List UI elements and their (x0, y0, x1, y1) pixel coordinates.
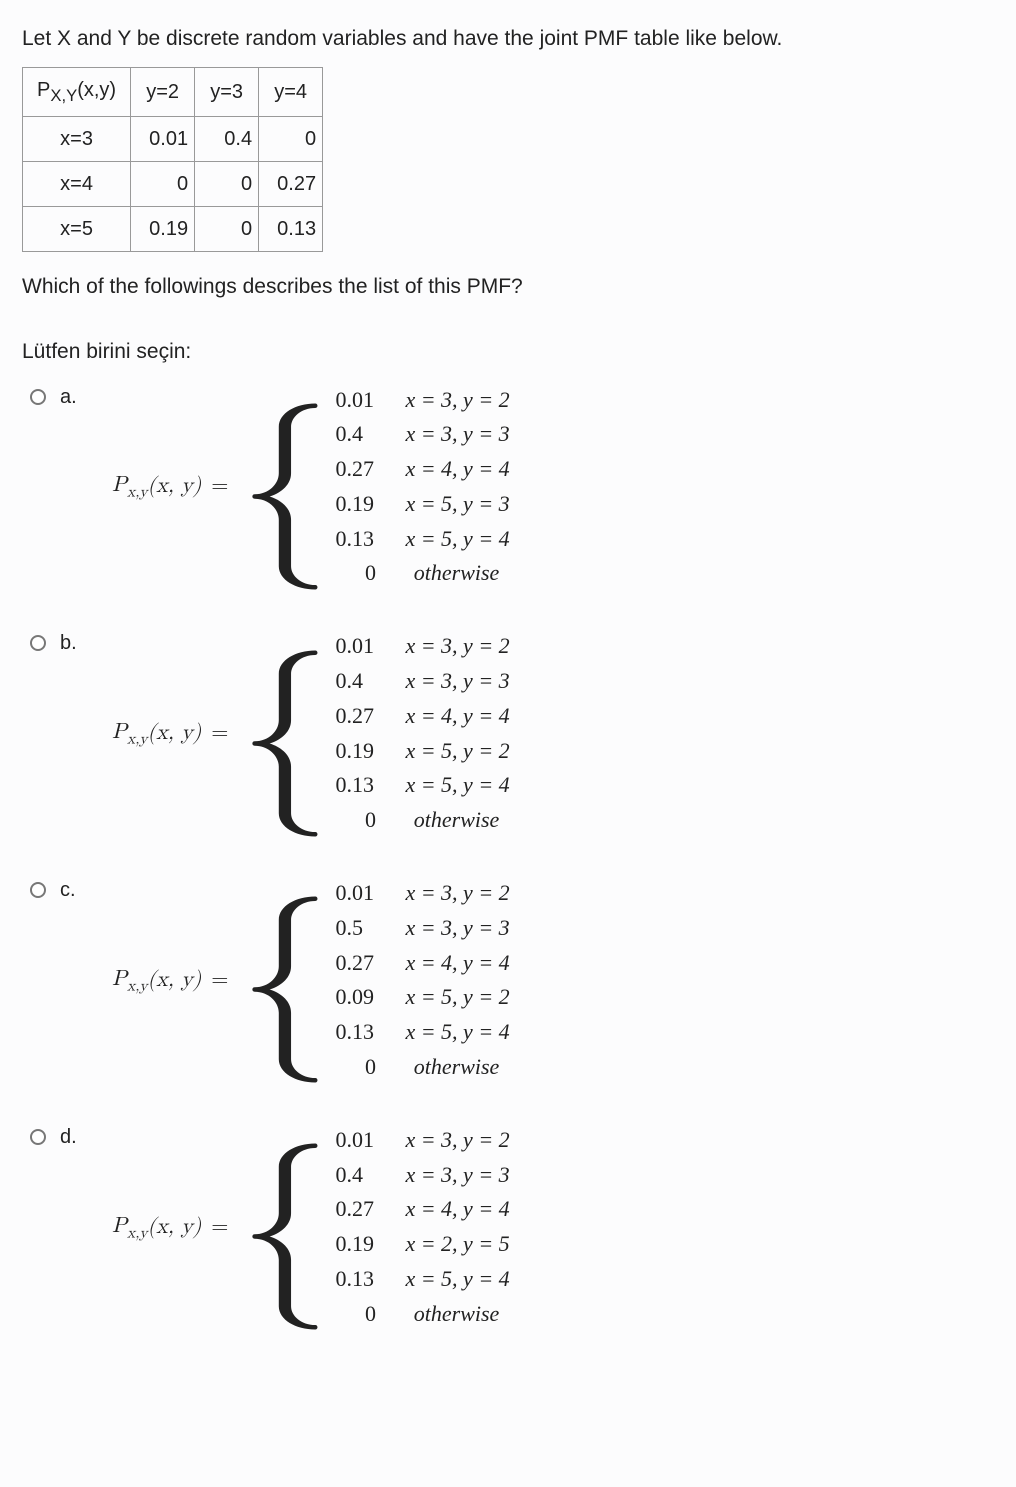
radio-icon[interactable] (30, 882, 46, 898)
pmf-cell: 0 (259, 116, 323, 161)
option-c[interactable]: c. Px,y(x, y)={0.01x = 3, y = 20.5x = 3, … (30, 874, 994, 1087)
pmf-row-header: x=4 (23, 161, 131, 206)
case-line: 0otherwise (335, 805, 509, 836)
case-line: 0otherwise (335, 1299, 509, 1330)
option-label: c. (60, 876, 76, 904)
pmf-cell: 0.4 (195, 116, 259, 161)
case-line: 0.5x = 3, y = 3 (335, 913, 509, 944)
pmf-formula: Px,y(x, y)={0.01x = 3, y = 20.4x = 3, y … (112, 1121, 510, 1334)
case-line: 0.01x = 3, y = 2 (335, 631, 509, 662)
case-line: 0.19x = 2, y = 5 (335, 1229, 509, 1260)
pmf-cell: 0.19 (131, 206, 195, 251)
case-line: 0.01x = 3, y = 2 (335, 385, 509, 416)
case-line: 0.01x = 3, y = 2 (335, 1125, 509, 1156)
case-line: 0.13x = 5, y = 4 (335, 524, 509, 555)
case-line: 0.27x = 4, y = 4 (335, 1194, 509, 1225)
sub-question: Which of the followings describes the li… (22, 272, 994, 301)
option-b[interactable]: b. Px,y(x, y)={0.01x = 3, y = 20.4x = 3, … (30, 627, 994, 840)
case-line: 0.19x = 5, y = 3 (335, 489, 509, 520)
pmf-formula: Px,y(x, y)={0.01x = 3, y = 20.4x = 3, y … (112, 381, 510, 594)
case-line: 0.4x = 3, y = 3 (335, 419, 509, 450)
pmf-col-header: y=2 (131, 68, 195, 116)
case-line: 0.13x = 5, y = 4 (335, 770, 509, 801)
option-label: d. (60, 1123, 77, 1151)
case-line: 0.4x = 3, y = 3 (335, 1160, 509, 1191)
pmf-cell: 0 (195, 161, 259, 206)
option-label: a. (60, 383, 77, 411)
case-line: 0.19x = 5, y = 2 (335, 736, 509, 767)
option-a[interactable]: a. Px,y(x, y)={0.01x = 3, y = 20.4x = 3, … (30, 381, 994, 594)
option-d[interactable]: d. Px,y(x, y)={0.01x = 3, y = 20.4x = 3, … (30, 1121, 994, 1334)
pmf-row-header: x=5 (23, 206, 131, 251)
case-line: 0.27x = 4, y = 4 (335, 454, 509, 485)
radio-icon[interactable] (30, 389, 46, 405)
case-line: 0.27x = 4, y = 4 (335, 948, 509, 979)
pmf-cell: 0 (195, 206, 259, 251)
case-line: 0.13x = 5, y = 4 (335, 1264, 509, 1295)
pmf-cell: 0.01 (131, 116, 195, 161)
pmf-cell: 0 (131, 161, 195, 206)
pmf-table-corner: PX,Y(x,y) (23, 68, 131, 116)
pmf-cell: 0.27 (259, 161, 323, 206)
question-text: Let X and Y be discrete random variables… (22, 24, 994, 53)
case-line: 0.27x = 4, y = 4 (335, 701, 509, 732)
case-line: 0.01x = 3, y = 2 (335, 878, 509, 909)
pmf-table: PX,Y(x,y) y=2 y=3 y=4 x=3 0.01 0.4 0 x=4… (22, 67, 323, 251)
radio-icon[interactable] (30, 1129, 46, 1145)
pmf-row-header: x=3 (23, 116, 131, 161)
choose-one-label: Lütfen birini seçin: (22, 337, 994, 366)
case-line: 0otherwise (335, 1052, 509, 1083)
case-line: 0.4x = 3, y = 3 (335, 666, 509, 697)
option-label: b. (60, 629, 77, 657)
pmf-col-header: y=4 (259, 68, 323, 116)
pmf-formula: Px,y(x, y)={0.01x = 3, y = 20.4x = 3, y … (112, 627, 510, 840)
pmf-formula: Px,y(x, y)={0.01x = 3, y = 20.5x = 3, y … (112, 874, 510, 1087)
radio-icon[interactable] (30, 635, 46, 651)
pmf-col-header: y=3 (195, 68, 259, 116)
case-line: 0.09x = 5, y = 2 (335, 982, 509, 1013)
case-line: 0otherwise (335, 558, 509, 589)
case-line: 0.13x = 5, y = 4 (335, 1017, 509, 1048)
pmf-cell: 0.13 (259, 206, 323, 251)
options-list: a. Px,y(x, y)={0.01x = 3, y = 20.4x = 3, … (22, 381, 994, 1334)
